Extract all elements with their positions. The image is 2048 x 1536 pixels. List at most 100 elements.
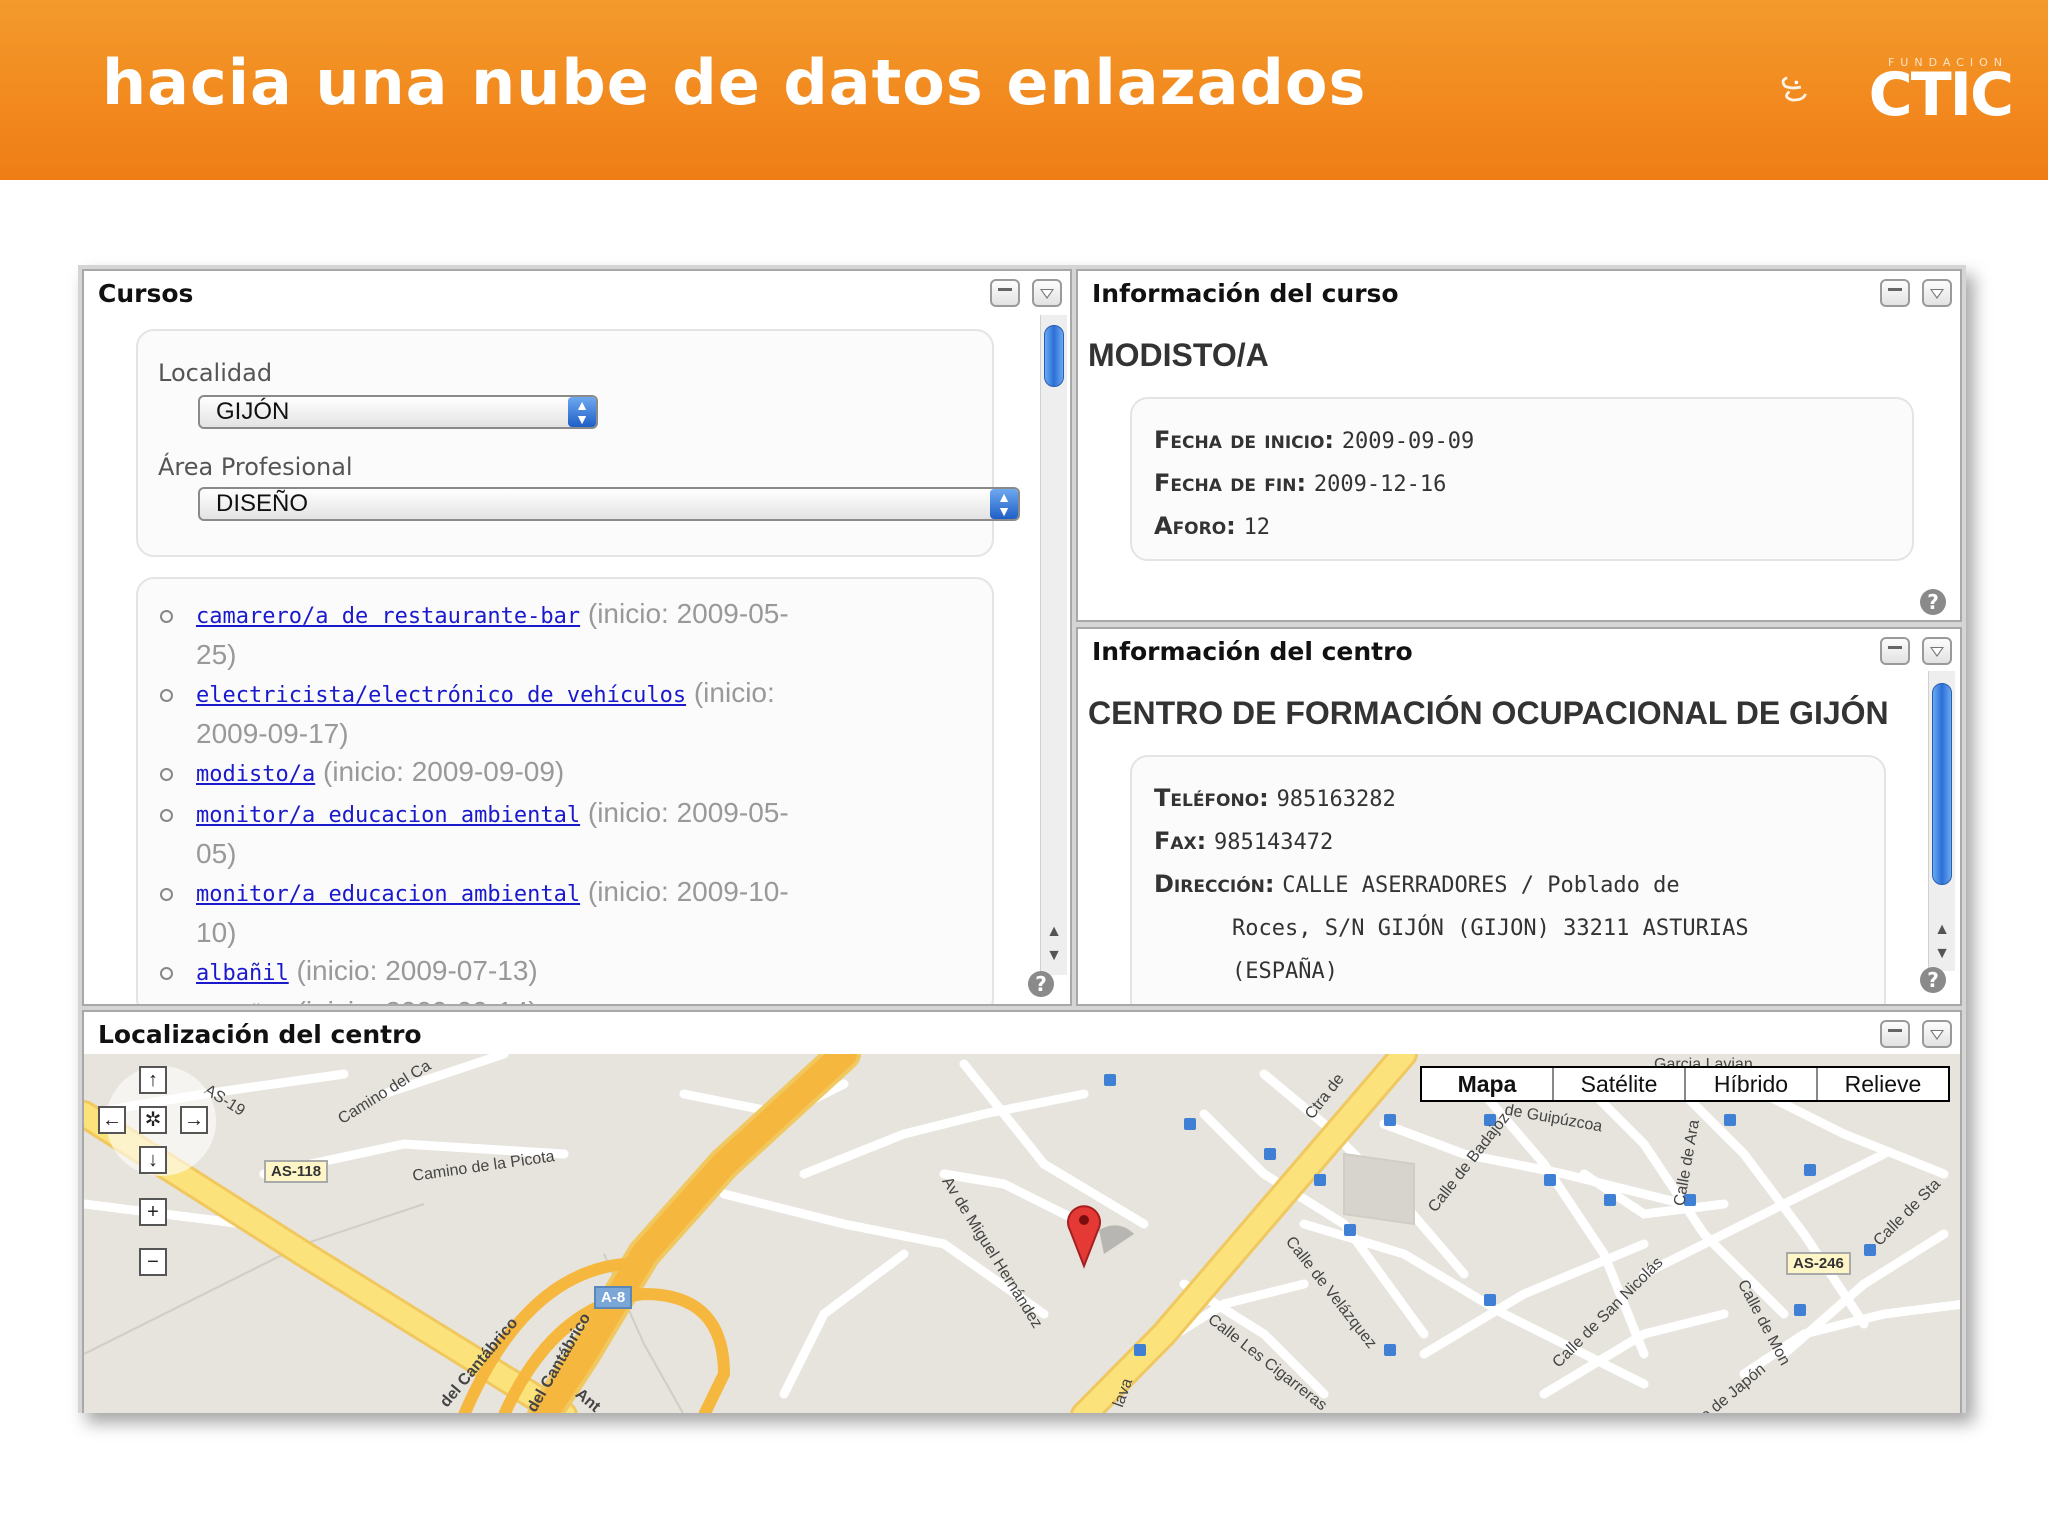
course-link[interactable]: albañil [196, 1002, 289, 1004]
road-shield: AS-118 [264, 1160, 329, 1183]
scroll-up-icon[interactable]: ▲ [1933, 921, 1951, 939]
filter-box: Localidad GIJÓN ▲ ▼ Área Profesional DISE… [136, 329, 1020, 557]
fax-row: Fax: 985143472 [1154, 820, 1862, 863]
area-label: Área Profesional [158, 453, 353, 481]
course-link[interactable]: electricista/electrónico de vehículos [196, 683, 686, 708]
minimize-button[interactable] [1880, 279, 1910, 307]
panel-menu-button[interactable] [1922, 279, 1952, 307]
course-link[interactable]: monitor/a educacion ambiental [196, 882, 580, 907]
fecha-inicio-value: 2009-09-09 [1341, 429, 1475, 454]
direccion-row-2: Roces, S/N GIJÓN (GIJON) 33211 ASTURIAS [1154, 906, 1862, 949]
map-type-switch: Mapa Satélite Híbrido Relieve [1420, 1066, 1950, 1102]
map-type-button[interactable]: Híbrido [1684, 1068, 1816, 1100]
pan-left-button[interactable]: ← [98, 1106, 126, 1134]
direccion-line-3: (ESPAÑA) [1232, 959, 1338, 984]
help-icon[interactable]: ? [1028, 971, 1054, 997]
select-arrows-icon: ▲ ▼ [990, 489, 1018, 519]
direccion-row-3: (ESPAÑA) [1154, 949, 1862, 992]
centro-scrollbar[interactable]: ▲ ▼ [1928, 671, 1955, 971]
course-start: (inicio: 2009-09-14) [297, 996, 538, 1004]
panel-menu-button[interactable] [1922, 1020, 1952, 1048]
zoom-in-button[interactable]: + [139, 1198, 167, 1226]
map-panel: Localización del centro AS-19 Camino del… [82, 1010, 1962, 1413]
area-select[interactable]: DISEÑO ▲ ▼ [198, 487, 1020, 521]
scroll-thumb[interactable] [1044, 325, 1064, 387]
map-type-button[interactable]: Mapa [1422, 1068, 1552, 1100]
centro-name: CENTRO DE FORMACIÓN OCUPACIONAL DE GIJÓN [1088, 695, 1889, 731]
curso-info-title: Información del curso [1092, 279, 1399, 308]
telefono-row: Teléfono: 985163282 [1154, 777, 1862, 820]
logo-wordmark: CTIC [1868, 60, 2014, 130]
curso-info-panel: Información del curso MODISTO/A Fecha de… [1076, 269, 1962, 622]
course-item: electricista/electrónico de vehículos (i… [160, 674, 820, 753]
fecha-fin-row: Fecha de fin: 2009-12-16 [1154, 462, 1890, 505]
map-title: Localización del centro [98, 1020, 422, 1049]
map-view[interactable]: AS-19 Camino del Ca AS-118 Camino de la … [84, 1054, 1960, 1413]
panel-menu-button[interactable] [1032, 279, 1062, 307]
center-button[interactable]: ✲ [139, 1106, 167, 1134]
aforo-row: Aforo: 12 [1154, 505, 1890, 548]
curso-details-box: Fecha de inicio: 2009-09-09 Fecha de fin… [1130, 397, 1914, 561]
scroll-thumb[interactable] [1932, 683, 1952, 885]
pan-down-button[interactable]: ↓ [139, 1146, 167, 1174]
course-link[interactable]: albañil [196, 961, 289, 986]
course-item: monitor/a educacion ambiental (inicio: 2… [160, 794, 820, 873]
fecha-inicio-row: Fecha de inicio: 2009-09-09 [1154, 419, 1890, 462]
fecha-inicio-label: Fecha de inicio: [1154, 426, 1335, 454]
direccion-row: Dirección: CALLE ASERRADORES / Poblado d… [1154, 863, 1862, 906]
cursos-scrollbar[interactable]: ▲ ▼ [1040, 315, 1067, 975]
road-shield: A-8 [594, 1286, 633, 1309]
header-banner: hacia una nube de datos enlazados FUNDAC… [0, 0, 2048, 180]
telefono-label: Teléfono: [1154, 784, 1269, 812]
pan-up-button[interactable]: ↑ [139, 1066, 167, 1094]
localidad-select[interactable]: GIJÓN ▲ ▼ [198, 395, 598, 429]
course-start: (inicio: 2009-07-13) [296, 955, 538, 986]
course-item: monitor/a educacion ambiental (inicio: 2… [160, 873, 820, 952]
pan-right-button[interactable]: → [180, 1106, 208, 1134]
cursos-title: Cursos [98, 279, 194, 308]
minimize-button[interactable] [1880, 637, 1910, 665]
localidad-label: Localidad [158, 359, 273, 387]
curso-name: MODISTO/A [1088, 337, 1269, 373]
course-link[interactable]: camarero/a de restaurante-bar [196, 604, 580, 629]
minimize-button[interactable] [1880, 1020, 1910, 1048]
fax-value: 985143472 [1214, 830, 1334, 855]
aforo-value: 12 [1243, 515, 1271, 540]
course-link[interactable]: modisto/a [196, 762, 315, 787]
localidad-value: GIJÓN [216, 398, 290, 425]
fecha-fin-label: Fecha de fin: [1154, 469, 1307, 497]
scroll-down-icon[interactable]: ▼ [1933, 945, 1951, 963]
fecha-fin-value: 2009-12-16 [1313, 472, 1447, 497]
course-start: (inicio: 2009-09-09) [323, 756, 565, 787]
map-type-button[interactable]: Relieve [1816, 1068, 1948, 1100]
telefono-value: 985163282 [1276, 787, 1396, 812]
area-value: DISEÑO [216, 490, 309, 517]
page-title: hacia una nube de datos enlazados [102, 46, 1367, 119]
course-item: modisto/a (inicio: 2009-09-09) [160, 753, 820, 794]
aforo-label: Aforo: [1154, 512, 1236, 540]
direccion-line-2: Roces, S/N GIJÓN (GIJON) 33211 ASTURIAS [1232, 916, 1749, 941]
direccion-line-1: CALLE ASERRADORES / Poblado de [1282, 873, 1680, 898]
help-icon[interactable]: ? [1920, 967, 1946, 993]
course-list: camarero/a de restaurante-bar (inicio: 2… [160, 595, 820, 1004]
course-item: albañil (inicio: 2009-07-13) [160, 952, 820, 993]
map-type-button[interactable]: Satélite [1552, 1068, 1684, 1100]
course-link[interactable]: monitor/a educacion ambiental [196, 803, 580, 828]
minimize-button[interactable] [990, 279, 1020, 307]
panel-menu-button[interactable] [1922, 637, 1952, 665]
direccion-label: Dirección: [1154, 870, 1275, 898]
select-arrows-icon: ▲ ▼ [568, 397, 596, 427]
fax-label: Fax: [1154, 827, 1207, 855]
course-item: camarero/a de restaurante-bar (inicio: 2… [160, 595, 820, 674]
cursos-panel: Cursos Localidad GIJÓN ▲ ▼ Área Profesion… [82, 269, 1072, 1006]
scroll-down-icon[interactable]: ▼ [1045, 947, 1063, 965]
course-item: albañil (inicio: 2009-09-14) [160, 993, 820, 1004]
dashboard-frame: Cursos Localidad GIJÓN ▲ ▼ Área Profesion… [78, 265, 1966, 1413]
centro-info-panel: Información del centro CENTRO DE FORMACI… [1076, 627, 1962, 1006]
centro-info-title: Información del centro [1092, 637, 1413, 666]
road-shield: AS-246 [1786, 1252, 1851, 1275]
centro-details-box: Teléfono: 985163282 Fax: 985143472 Direc… [1130, 755, 1886, 1004]
zoom-out-button[interactable]: − [139, 1248, 167, 1276]
scroll-up-icon[interactable]: ▲ [1045, 923, 1063, 941]
help-icon[interactable]: ? [1920, 589, 1946, 615]
